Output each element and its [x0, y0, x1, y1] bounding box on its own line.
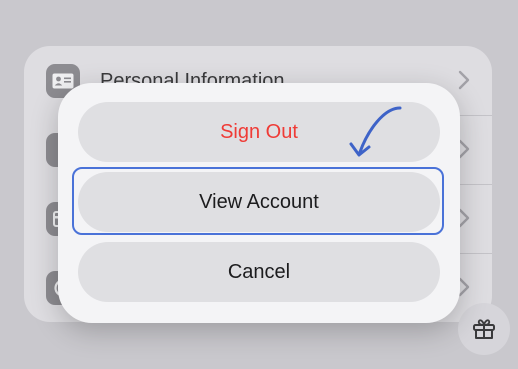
curved-arrow-icon — [349, 106, 402, 157]
chevron-right-icon — [458, 70, 470, 90]
cancel-button[interactable]: Cancel — [78, 242, 440, 302]
gift-button[interactable] — [458, 303, 510, 355]
view-account-button[interactable]: View Account — [78, 172, 440, 232]
gift-icon — [473, 319, 495, 339]
